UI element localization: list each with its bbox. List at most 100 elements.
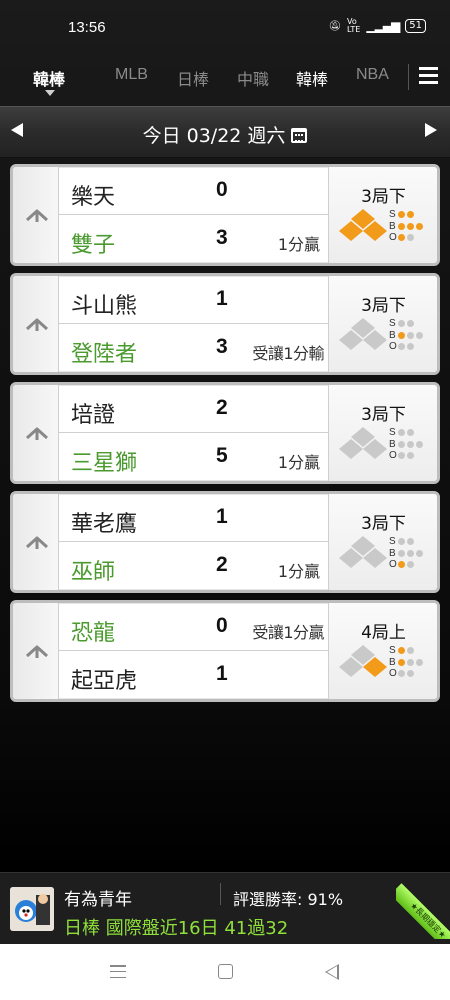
back-icon[interactable] bbox=[325, 964, 339, 980]
expand-cell[interactable] bbox=[13, 167, 59, 263]
count-dot bbox=[407, 561, 414, 569]
inning-label: 3局下 bbox=[361, 514, 406, 534]
s-count-row: S bbox=[389, 318, 425, 330]
count-indicator: SBO bbox=[389, 536, 425, 571]
expand-cell[interactable] bbox=[13, 494, 59, 590]
team-name: 雙子 bbox=[71, 233, 116, 258]
calendar-icon[interactable] bbox=[291, 128, 308, 143]
team-row-top: 華老鷹 1 bbox=[59, 494, 328, 542]
game-status: 3局下 SBO bbox=[328, 494, 437, 590]
game-card[interactable]: 恐龍 0 受讓1分贏 起亞虎 1 4局上 SBO bbox=[10, 600, 440, 702]
tab-kbo[interactable]: 韓棒 bbox=[296, 66, 328, 90]
count-dot bbox=[416, 440, 423, 448]
team-score: 3 bbox=[216, 226, 228, 249]
team-score: 5 bbox=[216, 444, 228, 467]
inning-label: 3局下 bbox=[361, 187, 406, 207]
team-score: 1 bbox=[216, 662, 228, 685]
team-row-top: 培證 2 bbox=[59, 385, 328, 433]
win-rate-label: 評選勝率: 91% bbox=[233, 890, 344, 909]
next-day-arrow-icon[interactable] bbox=[425, 123, 437, 137]
expand-cell[interactable] bbox=[13, 385, 59, 481]
game-card[interactable]: 華老鷹 1 巫師 2 1分贏 3局下 SBO bbox=[10, 491, 440, 593]
count-dot bbox=[407, 234, 414, 242]
tab-cpbl[interactable]: 中職 bbox=[237, 66, 269, 90]
count-indicator: SBO bbox=[389, 427, 425, 462]
count-dot bbox=[398, 234, 405, 242]
game-status: 3局下 SBO bbox=[328, 385, 437, 481]
count-dot bbox=[407, 343, 414, 351]
team-name: 三星獅 bbox=[71, 451, 138, 476]
tab-caret-icon bbox=[45, 90, 55, 96]
status-bar: 13:56 🔕︎ Vo LTE ▁▂▄▆ 51 bbox=[0, 0, 450, 52]
team-row-bottom: 巫師 2 1分贏 bbox=[59, 542, 328, 590]
tab-npb[interactable]: 日棒 bbox=[177, 66, 209, 90]
count-dot bbox=[398, 670, 405, 678]
expand-cell[interactable] bbox=[13, 603, 59, 699]
expert-stats: 日棒 國際盤近16日 41過32 bbox=[64, 918, 289, 939]
tab-nba[interactable]: NBA bbox=[356, 66, 389, 84]
team-score: 0 bbox=[216, 178, 228, 201]
count-dot bbox=[398, 658, 405, 666]
count-dot bbox=[407, 670, 414, 678]
count-dot bbox=[407, 538, 414, 546]
s-count-row: S bbox=[389, 209, 425, 221]
count-dot bbox=[398, 211, 405, 219]
o-count-row: O bbox=[389, 559, 425, 571]
game-card[interactable]: 樂天 0 雙子 3 1分贏 3局下 SBO bbox=[10, 164, 440, 266]
team-row-top: 恐龍 0 受讓1分贏 bbox=[59, 603, 328, 651]
expand-arrow-icon bbox=[25, 536, 49, 549]
team-row-bottom: 三星獅 5 1分贏 bbox=[59, 433, 328, 481]
expand-arrow-icon bbox=[25, 209, 49, 222]
count-dot bbox=[398, 549, 405, 557]
team-score: 0 bbox=[216, 614, 228, 637]
game-card[interactable]: 斗山熊 1 登陸者 3 受讓1分輸 3局下 SBO bbox=[10, 273, 440, 375]
count-dot bbox=[407, 331, 414, 339]
count-dot bbox=[407, 549, 414, 557]
battery-icon: 51 bbox=[405, 19, 426, 33]
game-list: 樂天 0 雙子 3 1分贏 3局下 SBO 斗山熊 1 登陸者 3 受讓1分輸 … bbox=[10, 164, 440, 709]
menu-icon[interactable] bbox=[419, 67, 438, 84]
bases-diamond-icon bbox=[339, 427, 387, 459]
expand-arrow-icon bbox=[25, 645, 49, 658]
team-name: 登陸者 bbox=[71, 342, 138, 367]
s-count-row: S bbox=[389, 536, 425, 548]
o-count-row: O bbox=[389, 232, 425, 244]
count-dot bbox=[398, 452, 405, 460]
o-count-row: O bbox=[389, 668, 425, 680]
game-card[interactable]: 培證 2 三星獅 5 1分贏 3局下 SBO bbox=[10, 382, 440, 484]
count-dot bbox=[407, 320, 414, 328]
team-score: 2 bbox=[216, 396, 228, 419]
count-dot bbox=[407, 452, 414, 460]
b-count-row: B bbox=[389, 657, 425, 669]
signal-icon: ▁▂▄▆ bbox=[366, 19, 400, 33]
count-dot bbox=[398, 320, 405, 328]
count-dot bbox=[398, 222, 405, 230]
count-dot bbox=[398, 429, 405, 437]
expand-cell[interactable] bbox=[13, 276, 59, 372]
bet-result: 1分贏 bbox=[277, 562, 320, 581]
game-status: 3局下 SBO bbox=[328, 276, 437, 372]
o-count-row: O bbox=[389, 450, 425, 462]
footer-divider bbox=[220, 883, 221, 905]
inning-label: 4局上 bbox=[361, 623, 406, 643]
status-icons: 🔕︎ Vo LTE ▁▂▄▆ 51 bbox=[328, 18, 426, 34]
team-score: 3 bbox=[216, 335, 228, 358]
date-label: 今日 03/22 週六 bbox=[142, 125, 286, 147]
expert-footer[interactable]: 有為青年 評選勝率: 91% 日棒 國際盤近16日 41過32 ★長期穩定★ bbox=[0, 872, 450, 944]
tab-mlb[interactable]: MLB bbox=[115, 66, 148, 84]
count-indicator: SBO bbox=[389, 318, 425, 353]
date-selector[interactable]: 今日 03/22 週六 bbox=[0, 121, 450, 148]
recent-apps-icon[interactable] bbox=[110, 965, 126, 978]
count-indicator: SBO bbox=[389, 645, 425, 680]
avatar[interactable] bbox=[10, 887, 54, 931]
inning-label: 3局下 bbox=[361, 296, 406, 316]
tab-kbo-current[interactable]: 韓棒 bbox=[33, 66, 65, 90]
bet-result: 1分贏 bbox=[277, 235, 320, 254]
count-dot bbox=[416, 331, 423, 339]
team-name: 起亞虎 bbox=[71, 669, 138, 694]
count-dot bbox=[398, 561, 405, 569]
home-icon[interactable] bbox=[218, 964, 233, 979]
team-score: 2 bbox=[216, 553, 228, 576]
bases-diamond-icon bbox=[339, 318, 387, 350]
count-dot bbox=[398, 538, 405, 546]
